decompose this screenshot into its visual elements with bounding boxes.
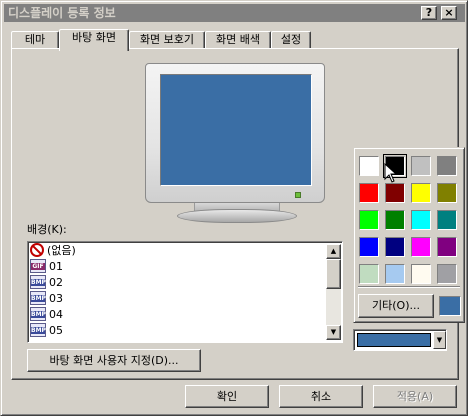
bmp-file-icon: BMP — [30, 275, 46, 289]
color-swatch[interactable] — [385, 183, 405, 203]
list-item-label: 05 — [49, 324, 63, 337]
background-listbox[interactable]: (없음) GIF 01 BMP 02 BMP 03 BMP 04 BMP 05 ▲ ▼ — [27, 241, 343, 343]
scroll-up-button[interactable]: ▲ — [326, 244, 341, 259]
monitor-stand — [177, 209, 297, 223]
monitor-preview — [145, 63, 325, 203]
color-swatch[interactable] — [359, 264, 379, 284]
list-item-label: 04 — [49, 308, 63, 321]
current-color-swatch — [439, 296, 461, 316]
display-properties-window: 디스플레이 등록 정보 ? × 테마 바탕 화면 화면 보호기 화면 배색 설정… — [0, 0, 468, 416]
color-swatch[interactable] — [359, 156, 379, 176]
help-button[interactable]: ? — [421, 6, 437, 20]
list-item-label: 03 — [49, 292, 63, 305]
color-swatch[interactable] — [411, 183, 431, 203]
color-swatch[interactable] — [411, 237, 431, 257]
color-swatch[interactable] — [437, 264, 457, 284]
color-swatch[interactable] — [359, 237, 379, 257]
scroll-down-button[interactable]: ▼ — [326, 325, 341, 340]
monitor-screen — [160, 74, 312, 186]
vertical-scrollbar[interactable]: ▲ ▼ — [326, 244, 341, 340]
close-button[interactable]: × — [441, 6, 457, 20]
bmp-file-icon: BMP — [30, 291, 46, 305]
list-item-label: 01 — [49, 260, 63, 273]
none-icon — [30, 243, 44, 257]
color-swatch[interactable] — [411, 156, 431, 176]
bmp-file-icon: BMP — [30, 323, 46, 337]
chevron-down-icon[interactable]: ▼ — [433, 331, 446, 349]
mouse-cursor-icon — [384, 163, 398, 183]
scroll-thumb[interactable] — [326, 259, 341, 289]
tab-theme[interactable]: 테마 — [11, 31, 59, 49]
list-item-none[interactable]: (없음) — [30, 243, 326, 259]
color-swatch[interactable] — [359, 210, 379, 230]
tab-screensaver[interactable]: 화면 보호기 — [129, 31, 205, 49]
color-swatch[interactable] — [359, 183, 379, 203]
other-colors-button[interactable]: 기타(O)... — [358, 294, 434, 318]
bmp-file-icon: BMP — [30, 307, 46, 321]
color-swatch[interactable] — [437, 210, 457, 230]
apply-button[interactable]: 적용(A) — [373, 385, 457, 408]
tab-settings[interactable]: 설정 — [271, 31, 311, 49]
color-picker-popup: 기타(O)... — [353, 147, 465, 323]
color-swatch[interactable] — [385, 210, 405, 230]
ok-button[interactable]: 확인 — [185, 385, 269, 408]
tab-appearance[interactable]: 화면 배색 — [205, 31, 271, 49]
customize-desktop-button[interactable]: 바탕 화면 사용자 지정(D)... — [27, 349, 201, 372]
color-swatch[interactable] — [411, 264, 431, 284]
popup-divider — [358, 286, 460, 288]
color-swatch[interactable] — [411, 210, 431, 230]
window-title: 디스플레이 등록 정보 — [8, 6, 116, 20]
cancel-button[interactable]: 취소 — [279, 385, 363, 408]
list-item-03[interactable]: BMP 03 — [30, 291, 326, 307]
color-swatch[interactable] — [437, 237, 457, 257]
list-item-label: (없음) — [47, 244, 76, 257]
color-swatch[interactable] — [385, 264, 405, 284]
background-label: 배경(K): — [27, 223, 67, 236]
gif-file-icon: GIF — [30, 259, 46, 273]
color-dropdown-swatch — [357, 333, 431, 347]
color-swatch[interactable] — [437, 156, 457, 176]
color-swatch[interactable] — [437, 183, 457, 203]
color-dropdown[interactable]: ▼ — [353, 329, 447, 351]
power-led-icon — [295, 192, 301, 198]
tab-desktop[interactable]: 바탕 화면 — [59, 29, 129, 51]
list-item-label: 02 — [49, 276, 63, 289]
list-item-01[interactable]: GIF 01 — [30, 259, 326, 275]
list-item-02[interactable]: BMP 02 — [30, 275, 326, 291]
color-swatch[interactable] — [385, 237, 405, 257]
list-item-05[interactable]: BMP 05 — [30, 323, 326, 339]
title-bar: 디스플레이 등록 정보 ? × — [4, 4, 465, 22]
list-item-04[interactable]: BMP 04 — [30, 307, 326, 323]
